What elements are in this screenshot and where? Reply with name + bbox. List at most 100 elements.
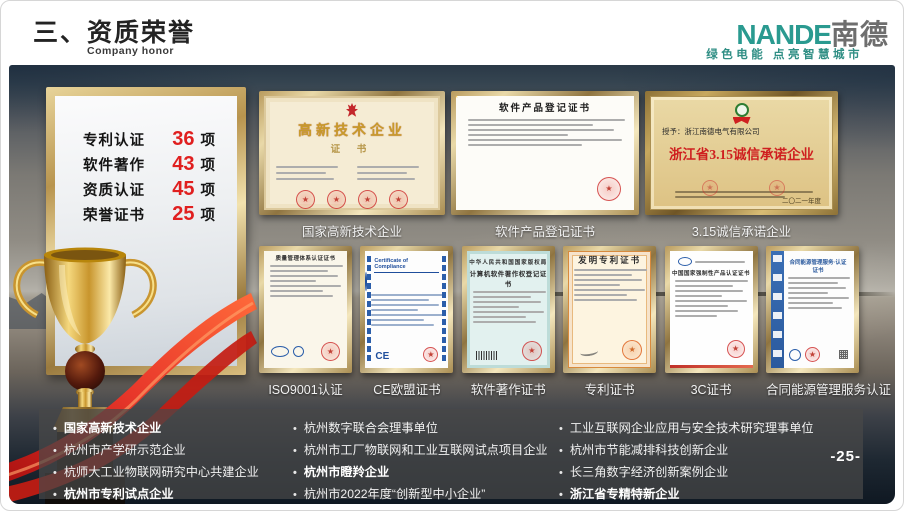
honor-column: • 杭州数字联合会理事单位 • 杭州市工厂物联网和工业互联网试点项目企业 • 杭… — [293, 418, 559, 504]
certificate-ce: Certificate of Compliance CE — [360, 246, 453, 373]
certificate-software-copyright: 中华人民共和国国家版权局 计算机软件著作权登记证书 — [462, 246, 555, 373]
certificate-card: 中华人民共和国国家版权局 计算机软件著作权登记证书 软件著作证书 — [462, 246, 555, 398]
stat-label: 荣誉证书 — [83, 204, 145, 225]
red-seal-icon — [769, 180, 785, 196]
certificate-body — [467, 291, 550, 323]
issuer-line: 中华人民共和国国家版权局 — [467, 258, 550, 266]
bullet-icon: • — [293, 419, 297, 440]
certificate-patent: 发明专利证书 — [563, 246, 656, 373]
certificate-caption: CE欧盟证书 — [360, 379, 453, 398]
bullet-icon: • — [53, 463, 57, 484]
honor-text: 工业互联网企业应用与安全技术研究理事单位 — [570, 418, 814, 439]
certificate-title: 合同能源管理服务·认证证书 — [788, 258, 848, 274]
cnas-logo-icon — [293, 346, 304, 357]
bullet-icon: • — [293, 441, 297, 462]
honor-text: 杭州市工厂物联网和工业互联网试点项目企业 — [304, 440, 548, 461]
honor-item: • 长三角数字经济创新案例企业 — [559, 462, 849, 484]
certificate-card: 软件产品登记证书 软件产品登记证书 — [451, 91, 639, 240]
bullet-icon: • — [559, 441, 563, 462]
certificate-body — [670, 280, 753, 317]
certificate-title: 发明专利证书 — [568, 254, 651, 266]
stat-value: 43 — [172, 153, 194, 176]
stat-row: 资质认证 45 项 — [55, 178, 237, 203]
stat-value: 25 — [172, 203, 194, 226]
certificate-caption: 专利证书 — [563, 379, 656, 398]
certificate-software-product: 软件产品登记证书 — [451, 91, 639, 215]
certificate-body — [783, 277, 854, 309]
certificate-caption: 国家高新技术企业 — [259, 221, 445, 240]
certificate-iso9001: 质量管理体系认证证书 — [259, 246, 352, 373]
certificate-title: 浙江省3.15诚信承诺企业 — [650, 143, 833, 163]
signature — [580, 347, 599, 357]
honor-column: • 工业互联网企业应用与安全技术研究理事单位 • 杭州市节能减排科技创新企业 •… — [559, 418, 849, 504]
certificate-gaoxin: 高新技术企业 证 书 — [259, 91, 445, 215]
certificate-card: Certificate of Compliance CE CE欧盟证书 — [360, 246, 453, 398]
honor-item: • 国家高新技术企业 — [53, 418, 293, 440]
qr-code-icon — [839, 350, 848, 359]
certificate-body — [264, 162, 440, 180]
red-seal-icon — [805, 347, 820, 362]
certificate-card: 合同能源管理服务·认证证书 合同能源管理服务认证 — [766, 246, 859, 398]
certificate-year: 二〇二一年度 — [782, 195, 821, 205]
certificate-3c: 中国国家强制性产品认证证书 — [665, 246, 758, 373]
certificate-title: 计算机软件著作权登记证书 — [467, 268, 550, 288]
certificate-title: 高新技术企业 — [264, 120, 440, 140]
honor-text: 杭州市专利试点企业 — [64, 484, 174, 504]
honor-item: • 工业互联网企业应用与安全技术研究理事单位 — [559, 418, 849, 440]
stat-label: 软件著作 — [83, 154, 145, 175]
bullet-icon: • — [53, 441, 57, 462]
bullet-icon: • — [53, 419, 57, 440]
red-seal-icon — [321, 342, 340, 361]
honor-text: 杭州数字联合会理事单位 — [304, 418, 438, 439]
seal-row — [789, 347, 848, 362]
red-seal-icon — [727, 340, 745, 358]
certificate-card: 质量管理体系认证证书 ISO9001认证 — [259, 246, 352, 398]
red-seal-icon — [389, 190, 408, 209]
slide: 三、资质荣誉 Company honor NANDE南德 绿色电能 点亮智慧城市… — [0, 0, 904, 511]
blue-strip — [442, 256, 446, 363]
bullet-icon: • — [293, 463, 297, 484]
stat-label: 专利认证 — [83, 129, 145, 150]
honor-text: 杭州市产学研示范企业 — [64, 440, 186, 461]
stat-row: 软件著作 43 项 — [55, 153, 237, 178]
honor-item: • 杭州市2022年度“创新型中小企业” — [293, 484, 559, 504]
honor-text: 长三角数字经济创新案例企业 — [570, 462, 728, 483]
red-seal-icon — [702, 180, 718, 196]
company-tagline: 绿色电能 点亮智慧城市 — [706, 46, 863, 62]
certificate-315: 授予：浙江南德电气有限公司 浙江省3.15诚信承诺企业 二〇二一年度 — [645, 91, 838, 215]
stat-value: 45 — [172, 178, 194, 201]
stat-unit: 项 — [201, 179, 216, 200]
page-subtitle: Company honor — [87, 45, 174, 57]
certificates-row-1: 高新技术企业 证 书 国家高新技术企业 — [259, 91, 838, 240]
certificate-caption: ISO9001认证 — [259, 379, 352, 398]
certificate-title: 软件产品登记证书 — [456, 100, 634, 114]
certificate-body — [456, 119, 634, 146]
honors-panel: • 国家高新技术企业 • 杭州市产学研示范企业 • 杭师大工业物联网研究中心共建… — [39, 409, 863, 499]
bullet-icon: • — [53, 485, 57, 504]
honor-text: 浙江省专精特新企业 — [570, 484, 680, 504]
bullet-icon: • — [559, 419, 563, 440]
bullet-icon: • — [559, 485, 563, 504]
stat-unit: 项 — [201, 129, 216, 150]
accreditation-row — [271, 342, 340, 361]
honor-text: 杭州市瞪羚企业 — [304, 462, 389, 483]
red-footer-strip — [670, 365, 753, 368]
bullet-icon: • — [559, 463, 563, 484]
certificate-body — [264, 265, 347, 297]
certificate-card: 中国国家强制性产品认证证书 3C证书 — [665, 246, 758, 398]
certificate-caption: 合同能源管理服务认证 — [766, 379, 859, 398]
honor-text: 杭州市节能减排科技创新企业 — [570, 440, 728, 461]
red-seal-icon — [296, 190, 315, 209]
certificate-subtitle: 证 书 — [264, 141, 440, 155]
gec-band — [771, 251, 784, 368]
iaf-logo-icon — [271, 346, 289, 357]
stat-row: 专利认证 36 项 — [55, 128, 237, 153]
award-to-line: 授予：浙江南德电气有限公司 — [662, 126, 821, 137]
honor-item: • 杭州市工厂物联网和工业互联网试点项目企业 — [293, 440, 559, 462]
seal-row — [264, 190, 440, 209]
red-star-seal-icon — [522, 341, 542, 361]
certificate-caption: 3.15诚信承诺企业 — [645, 221, 838, 240]
honor-item: • 杭州市瞪羚企业 — [293, 462, 559, 484]
page-title: 三、资质荣誉 — [33, 13, 195, 49]
red-seal-icon — [423, 347, 438, 362]
